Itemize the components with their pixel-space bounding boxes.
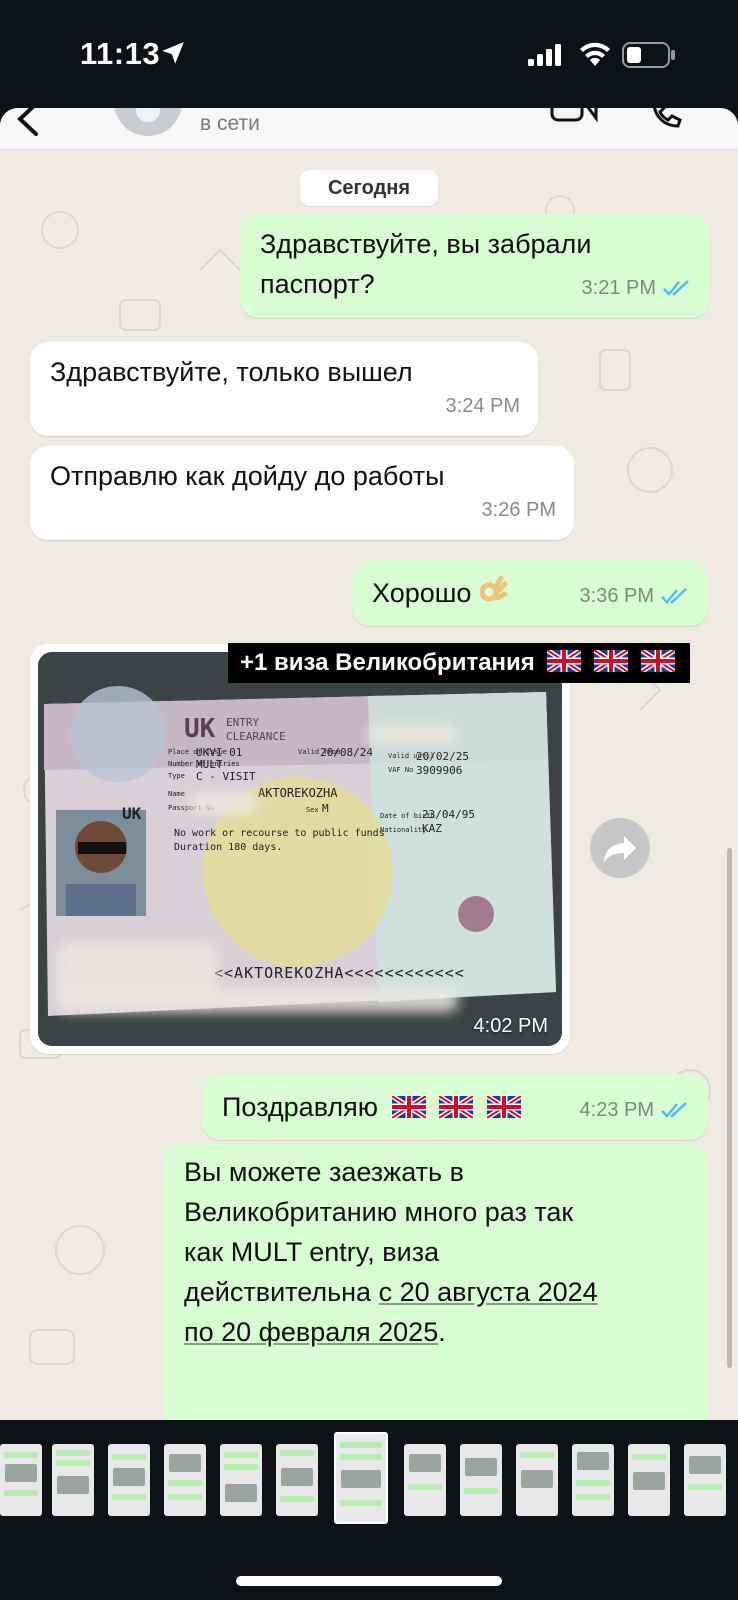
- thumbnail[interactable]: [404, 1444, 446, 1516]
- visa-remark-1: No work or recourse to public funds: [174, 828, 385, 839]
- message-text-line: Вы можете заезжать в: [184, 1157, 464, 1187]
- incoming-message[interactable]: Отправлю как дойду до работы 3:26 PM: [30, 446, 574, 540]
- message-time: 3:26 PM: [481, 499, 556, 521]
- read-ticks-icon: [661, 1102, 687, 1118]
- uk-flag-icon: [391, 1096, 426, 1118]
- message-text-part: .: [438, 1317, 446, 1347]
- battery-icon: [622, 42, 675, 68]
- visa-valid-until: 20/02/25: [416, 750, 469, 763]
- visa-valid-from: 20/08/24: [320, 746, 373, 759]
- message-text: Здравствуйте, только вышел: [50, 357, 413, 387]
- status-time: 11:13: [80, 36, 161, 71]
- outgoing-message[interactable]: Хорошо 3:36 PM: [352, 560, 708, 626]
- thumbnail[interactable]: [276, 1444, 318, 1516]
- uk-flag-icon: [439, 1096, 474, 1118]
- message-time: 3:21 PM: [581, 277, 656, 299]
- wifi-icon: [580, 42, 610, 66]
- visa-type-label: Type: [168, 772, 185, 780]
- chat-screen: в сети Сегодня Здравствуйте, вы забрали …: [0, 108, 738, 1420]
- visa-type: C - VISIT: [196, 770, 256, 783]
- forward-arrow-icon: [604, 836, 636, 862]
- video-call-icon[interactable]: [550, 108, 598, 124]
- back-chevron-icon[interactable]: [14, 108, 42, 136]
- thumbnail[interactable]: [516, 1444, 558, 1516]
- message-text: Хорошо: [372, 578, 472, 608]
- message-text-line: по 20 февраля 2025.: [184, 1312, 598, 1352]
- message-time: 4:02 PM: [473, 1015, 548, 1037]
- incoming-photo-message[interactable]: UK ENTRY CLEARANCE Place of Issue UKVI 0…: [30, 644, 570, 1054]
- phone-call-icon[interactable]: [650, 108, 684, 130]
- contact-status: в сети: [200, 112, 260, 135]
- visa-nationality: KAZ: [422, 822, 442, 835]
- visa-sex-label: Sex: [306, 806, 319, 814]
- visa-name: AKTOREKOZHA: [258, 786, 338, 800]
- thumbnail[interactable]: [0, 1444, 42, 1516]
- contact-avatar[interactable]: [114, 108, 182, 136]
- thumbnail-strip: [0, 1420, 738, 1600]
- visa-name-label: Name: [168, 790, 185, 798]
- location-arrow-icon: [162, 42, 184, 64]
- date-separator: Сегодня: [300, 170, 438, 206]
- thumbnail[interactable]: [52, 1444, 94, 1516]
- message-date-link[interactable]: по 20 февраля 2025: [184, 1317, 438, 1347]
- scrollbar[interactable]: [727, 848, 732, 1368]
- message-text-line: как MULT entry, виза: [184, 1237, 440, 1267]
- thumbnail[interactable]: [164, 1444, 206, 1516]
- status-bar: 11:13: [0, 0, 738, 108]
- visa-clearance: CLEARANCE: [226, 730, 286, 743]
- message-text-line: Здравствуйте, вы забрали: [260, 229, 592, 259]
- thumbnail[interactable]: [460, 1444, 502, 1516]
- outgoing-message[interactable]: Поздравляю 4:23 PM: [202, 1074, 708, 1140]
- chat-header: в сети: [0, 108, 738, 150]
- incoming-message[interactable]: Здравствуйте, только вышел 3:24 PM: [30, 342, 538, 436]
- visa-nationality-label: Nationality: [380, 826, 427, 834]
- visa-photo[interactable]: UK ENTRY CLEARANCE Place of Issue UKVI 0…: [38, 652, 562, 1046]
- outgoing-message[interactable]: Здравствуйте, вы забрали паспорт? 3:21 P…: [240, 214, 710, 318]
- forward-button[interactable]: [590, 818, 650, 878]
- thumbnail[interactable]: [628, 1444, 670, 1516]
- message-time: 3:36 PM: [579, 585, 654, 607]
- uk-flag-icon: [486, 1096, 521, 1118]
- message-time: 3:24 PM: [445, 395, 520, 417]
- visa-country-code: UK: [122, 804, 142, 823]
- message-date-link[interactable]: с 20 августа 2024: [379, 1277, 598, 1307]
- visa-sex: M: [322, 802, 329, 815]
- overlay-caption-text: +1 виза Великобритания: [240, 649, 535, 676]
- visa-uk-header: UK: [184, 714, 216, 744]
- thumbnail[interactable]: [220, 1444, 262, 1516]
- read-ticks-icon: [661, 588, 687, 604]
- message-text: Поздравляю: [222, 1092, 379, 1122]
- thumbnail[interactable]: [108, 1444, 150, 1516]
- message-text-line: Великобританию много раз так: [184, 1197, 574, 1227]
- visa-remark-2: Duration 180 days.: [174, 842, 283, 853]
- visa-mrz: <<AKTOREKOZHA<<<<<<<<<<<<: [214, 964, 465, 982]
- message-text-part: действительна: [184, 1277, 379, 1307]
- thumbnail[interactable]: [684, 1444, 726, 1516]
- thumbnail[interactable]: [572, 1444, 614, 1516]
- visa-dob: 23/04/95: [422, 808, 475, 821]
- home-indicator[interactable]: [236, 1576, 502, 1586]
- uk-flag-icon: [547, 650, 582, 672]
- message-text-line: паспорт?: [260, 269, 375, 299]
- outgoing-message[interactable]: Вы можете заезжать в Великобританию мног…: [164, 1144, 708, 1420]
- thumbnail-active[interactable]: [334, 1432, 388, 1524]
- cellular-signal-icon: [528, 44, 561, 66]
- message-text-line: действительна с 20 августа 2024: [184, 1272, 598, 1312]
- message-text: Отправлю как дойду до работы: [50, 461, 445, 491]
- visa-vaf-label: VAF No: [388, 766, 414, 774]
- message-time: 4:23 PM: [579, 1099, 654, 1121]
- visa-entry: ENTRY: [226, 716, 260, 729]
- uk-flag-icon: [594, 650, 629, 672]
- read-ticks-icon: [663, 280, 689, 296]
- uk-flag-icon: [640, 650, 675, 672]
- overlay-caption: +1 виза Великобритания: [228, 643, 690, 683]
- ok-hand-emoji-icon: [479, 576, 508, 602]
- visa-vaf: 3909906: [416, 764, 463, 777]
